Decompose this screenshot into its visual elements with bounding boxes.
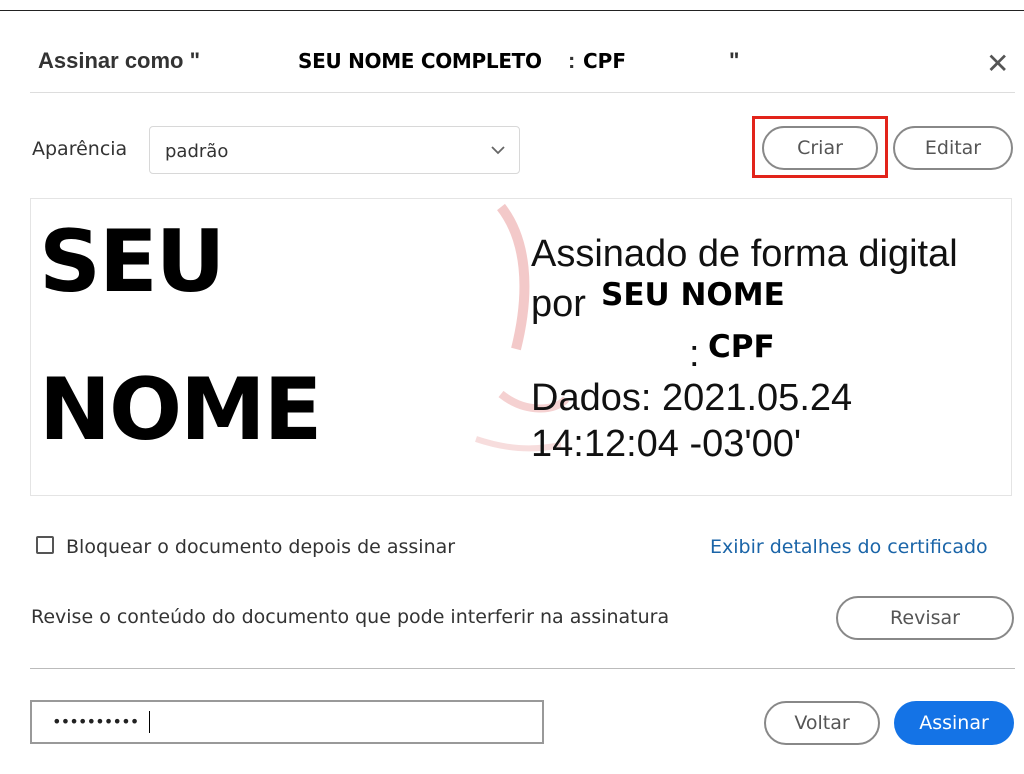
lock-document-checkbox[interactable]: [36, 536, 54, 554]
dialog-title-suffix: ": [729, 48, 740, 73]
divider: [30, 92, 1015, 93]
top-border: [0, 10, 1024, 11]
create-button[interactable]: Criar: [762, 126, 878, 170]
signature-preview: SEU NOME Assinado de forma digital por S…: [30, 198, 1012, 496]
review-text: Revise o conteúdo do documento que pode …: [31, 606, 670, 628]
password-value: ••••••••••: [52, 712, 139, 731]
appearance-selected-value: padrão: [165, 141, 229, 162]
close-icon[interactable]: ✕: [986, 50, 1009, 78]
lock-document-label: Bloquear o documento depois de assinar: [66, 536, 456, 558]
signature-info-name: SEU NOME: [601, 277, 785, 313]
certificate-details-link[interactable]: Exibir detalhes do certificado: [710, 536, 988, 558]
signature-name-line1: SEU: [39, 212, 226, 312]
review-button[interactable]: Revisar: [836, 596, 1014, 640]
signature-info-date: Dados: 2021.05.24: [531, 377, 853, 419]
back-button[interactable]: Voltar: [764, 701, 880, 745]
signature-info-separator: :: [689, 333, 700, 375]
password-input[interactable]: ••••••••••: [30, 700, 544, 744]
dialog-title-prefix: Assinar como ": [38, 48, 201, 73]
appearance-label: Aparência: [32, 138, 128, 160]
signature-info-by: por: [531, 283, 586, 325]
signature-name-line2: NOME: [39, 360, 322, 460]
dialog-title-name: SEU NOME COMPLETO: [298, 49, 542, 73]
signature-info-time: 14:12:04 -03'00': [531, 423, 802, 465]
signature-info-cpf: CPF: [708, 329, 775, 365]
dialog-title-separator: :: [568, 48, 576, 73]
appearance-select[interactable]: padrão: [149, 126, 520, 174]
text-caret: [149, 711, 150, 733]
edit-button[interactable]: Editar: [893, 126, 1013, 170]
chevron-down-icon: [491, 146, 505, 155]
sign-button[interactable]: Assinar: [894, 701, 1014, 745]
divider: [30, 668, 1015, 669]
dialog-title-cpf: CPF: [583, 49, 626, 73]
signature-info-line1: Assinado de forma digital: [531, 233, 958, 275]
